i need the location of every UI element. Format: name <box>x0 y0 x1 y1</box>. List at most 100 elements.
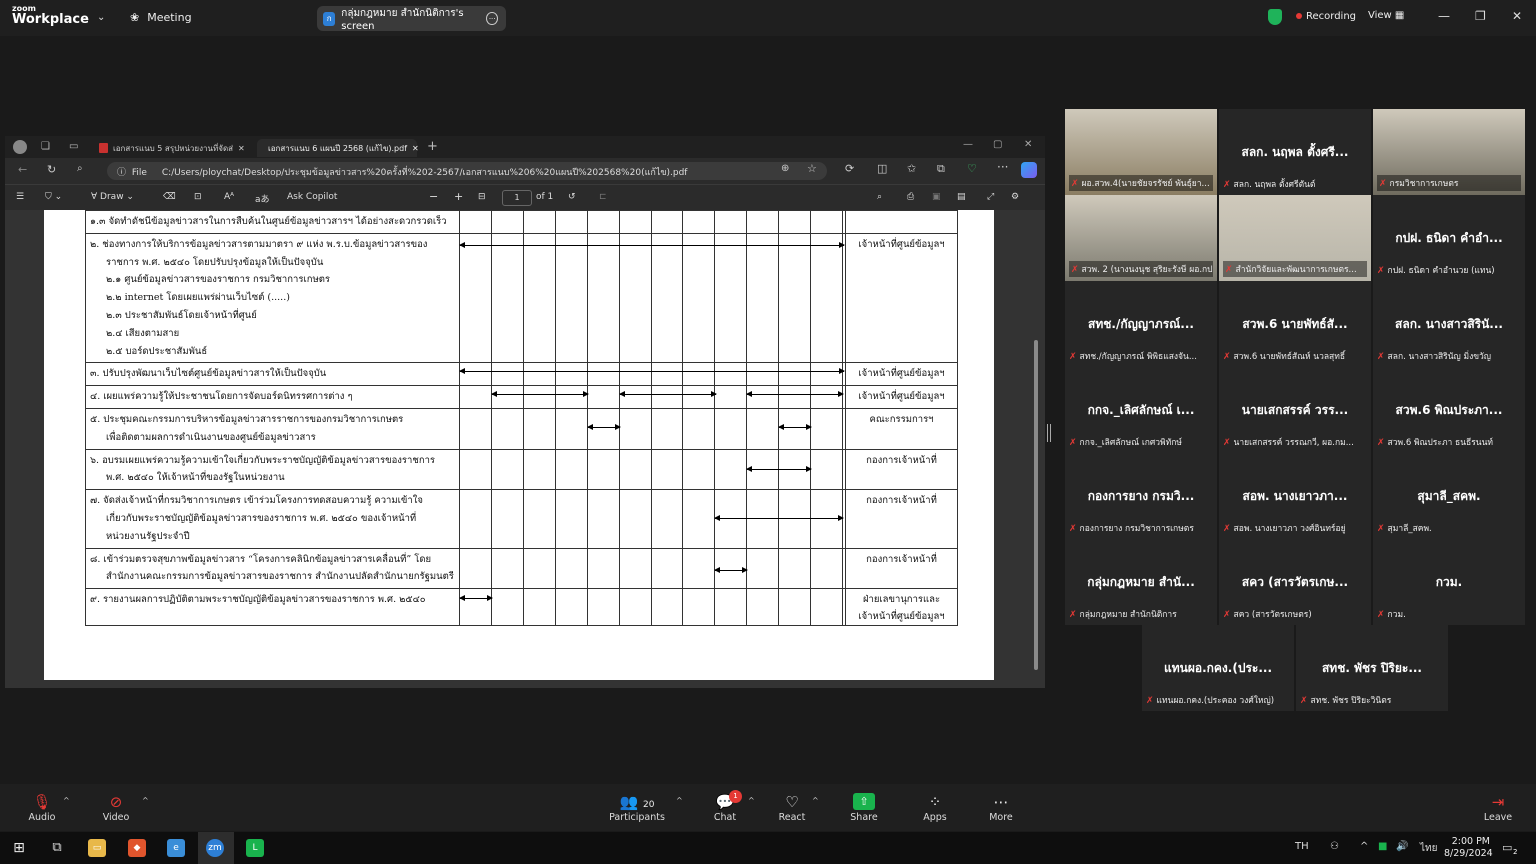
video-button[interactable]: ⊘ Video <box>96 792 136 823</box>
chevron-down-icon[interactable]: ⌄ <box>97 12 105 23</box>
page-number-input[interactable]: 1 <box>502 190 532 206</box>
print-icon[interactable]: ⎙ <box>907 192 914 202</box>
file-explorer-icon[interactable]: ▭ <box>88 839 106 857</box>
close-icon[interactable]: ✕ <box>1024 139 1032 150</box>
browser-essentials-icon[interactable]: ♡ <box>967 162 977 175</box>
more-button[interactable]: ⋯ More <box>981 792 1021 823</box>
zoom-out-icon[interactable]: − <box>429 190 438 203</box>
settings-icon[interactable]: ⚙ <box>1011 192 1019 202</box>
participant-tile[interactable]: นายเสกสรรค์ วรร... ✗ นายเสกสรรค์ วรรณกวี, … <box>1219 367 1371 453</box>
read-aloud-icon[interactable]: Aᴬ <box>224 192 234 202</box>
highlight-icon[interactable]: ⛉ ⌄ <box>45 192 62 202</box>
participant-tile[interactable]: ✗ ผอ.สวพ.4(นายชัยจรรัชย์ พันธุ์ยา... <box>1065 109 1217 195</box>
view-menu[interactable]: View ▦ <box>1368 10 1404 21</box>
collections-icon[interactable]: ⧉ <box>937 162 945 176</box>
url-field[interactable]: ⓘ File C:/Users/ploychat/Desktop/ประชุมข… <box>107 162 827 180</box>
encryption-shield-icon[interactable] <box>1268 9 1282 25</box>
participant-tile[interactable]: กลุ่มกฎหมาย สำนั... ✗ กลุ่มกฎหมาย สำนักนิต… <box>1065 539 1217 625</box>
profile-avatar-icon[interactable] <box>13 140 27 154</box>
chevron-up-icon[interactable]: ^ <box>63 796 70 805</box>
close-icon[interactable]: ✕ <box>1512 9 1522 23</box>
save-as-icon[interactable]: ▤ <box>957 192 966 202</box>
chevron-up-icon[interactable]: ^ <box>142 796 149 805</box>
translate-icon[interactable]: aあ <box>255 192 270 205</box>
extensions-icon[interactable]: ⟳ <box>845 162 854 175</box>
participant-tile[interactable]: สวพ.6 นายพัทธ์สั... ✗ สวพ.6 นายพัทธ์สัณห์ … <box>1219 281 1371 367</box>
edge-browser-icon[interactable]: e <box>167 839 185 857</box>
recording-indicator[interactable]: Recording <box>1296 11 1356 22</box>
refresh-icon[interactable]: ↻ <box>47 163 56 176</box>
favorite-star-icon[interactable]: ☆ <box>807 162 817 175</box>
zoom-in-icon[interactable]: + <box>454 190 463 203</box>
notification-icon[interactable]: ▭ <box>1502 841 1512 854</box>
chat-button[interactable]: 💬 1 Chat <box>705 790 745 823</box>
ask-copilot-button[interactable]: Ask Copilot <box>287 192 337 202</box>
apps-button[interactable]: ⁘ Apps <box>915 792 955 823</box>
participant-tile[interactable]: สลก. นฤพล ตั้งศรี... ✗ สลก. นฤพล ตั้งศรีตั… <box>1219 109 1371 195</box>
participant-tile[interactable]: สวพ.6 พิณประภา... ✗ สวพ.6 พิณประภา ธนธีรนน… <box>1373 367 1525 453</box>
close-tab-icon[interactable]: ✕ <box>412 144 419 153</box>
participant-tile[interactable]: สลก. นางสาวสิรินั... ✗ สลก. นางสาวสิรินัญ … <box>1373 281 1525 367</box>
participant-tile[interactable]: แทนผอ.กคง.(ประ... ✗ แทนผอ.กคง.(ประคอง วงศ์… <box>1142 625 1294 711</box>
scrollbar[interactable] <box>1032 210 1040 686</box>
fit-page-icon[interactable]: ⊟ <box>478 192 486 202</box>
tab-actions-icon[interactable]: ▭ <box>69 141 78 152</box>
screen-share-indicator[interactable]: ก กลุ่มกฎหมาย สำนักนิติการ's screen ··· <box>317 6 506 32</box>
clock[interactable]: 2:00 PM 8/29/2024 <box>1444 836 1493 860</box>
restore-icon[interactable]: ▢ <box>993 139 1002 150</box>
volume-icon[interactable]: 🔊 <box>1396 841 1408 852</box>
people-icon[interactable]: ⚇ <box>1330 841 1339 852</box>
chevron-up-icon[interactable]: ^ <box>812 796 819 805</box>
gallery-resize-handle[interactable] <box>1047 424 1051 442</box>
minimize-icon[interactable]: — <box>1438 9 1450 23</box>
participant-tile[interactable]: สุมาลี_สคพ. ✗ สุมาลี_สคพ. <box>1373 453 1525 539</box>
back-icon[interactable]: ← <box>18 163 27 176</box>
share-screen-button[interactable]: ⇧ Share <box>844 792 884 823</box>
chevron-up-icon[interactable]: ^ <box>676 796 683 805</box>
settings-more-icon[interactable]: ··· <box>997 160 1008 174</box>
language-indicator[interactable]: TH <box>1295 841 1309 852</box>
contents-icon[interactable]: ☰ <box>16 192 24 202</box>
input-method-label[interactable]: ไทย <box>1420 841 1437 856</box>
participant-tile[interactable]: กองการยาง กรมวิ... ✗ กองการยาง กรมวิชาการเ… <box>1065 453 1217 539</box>
line-tray-icon[interactable]: ■ <box>1378 841 1387 852</box>
minimize-icon[interactable]: — <box>963 139 973 150</box>
meeting-menu[interactable]: ❀ Meeting <box>130 11 192 24</box>
more-icon[interactable]: ··· <box>486 12 498 25</box>
fullscreen-icon[interactable]: ⤢ <box>987 192 994 202</box>
audio-button[interactable]: 🎙 Audio <box>22 792 62 823</box>
participant-tile[interactable]: สทช. พัชร ปิริยะ... ✗ สทช. พัชร ปิริยะวินิ… <box>1296 625 1448 711</box>
copilot-icon[interactable] <box>1021 162 1037 178</box>
text-box-icon[interactable]: ⊡ <box>194 192 202 202</box>
browser-tab-active[interactable]: เอกสารแนบ 6 แผนปี 2568 (แก้ไข).pdf ✕ <box>257 139 419 157</box>
react-button[interactable]: ♡ React <box>772 792 812 823</box>
participant-tile[interactable]: ✗ สำนักวิจัยและพัฒนาการเกษตร... <box>1219 195 1371 281</box>
brave-browser-icon[interactable]: ◆ <box>128 839 146 857</box>
participant-tile[interactable]: สอพ. นางเยาวภา... ✗ สอพ. นางเยาวภา วงศ์อิน… <box>1219 453 1371 539</box>
browser-tab[interactable]: เอกสารแนบ 5 สรุปหน่วยงานที่จัดส่งข้อ... … <box>93 139 255 157</box>
participant-tile[interactable]: สทช./กัญญาภรณ์... ✗ สทช./กัญญาภรณ์ พิพิธแส… <box>1065 281 1217 367</box>
participant-tile[interactable]: สคว (สารวัตรเกษ... ✗ สคว (สารวัตรเกษตร) <box>1219 539 1371 625</box>
participant-tile[interactable]: ✗ สวพ. 2 (นางนงนุช สุริยะรังษี ผอ.กป... <box>1065 195 1217 281</box>
task-view-icon[interactable]: ⧉ <box>48 839 66 857</box>
eraser-icon[interactable]: ⌫ <box>163 192 176 202</box>
search-icon[interactable]: ⌕ <box>77 163 83 174</box>
split-screen-icon[interactable]: ◫ <box>877 162 887 175</box>
draw-button[interactable]: ∀ Draw ⌄ <box>91 192 134 202</box>
restore-icon[interactable]: ❐ <box>1475 9 1486 23</box>
line-app-icon[interactable]: L <box>246 839 264 857</box>
zoom-icon[interactable]: ⊕ <box>781 163 789 174</box>
search-icon[interactable]: ⌕ <box>877 192 882 202</box>
page-view-icon[interactable]: ⊏ <box>599 192 607 202</box>
windows-start-icon[interactable]: ⊞ <box>10 839 28 857</box>
participant-tile[interactable]: กปฝ. ธนิดา คำอำ... ✗ กปฝ. ธนิดา คำอำนวย (แ… <box>1373 195 1525 281</box>
chevron-up-icon[interactable]: ^ <box>748 796 755 805</box>
close-tab-icon[interactable]: ✕ <box>238 144 245 153</box>
zoom-app-icon[interactable]: zm <box>206 839 224 857</box>
new-tab-icon[interactable]: + <box>427 139 438 154</box>
participant-tile[interactable]: กวม. ✗ กวม. <box>1373 539 1525 625</box>
participant-tile[interactable]: กกจ._เลิศลักษณ์ เ... ✗ กกจ._เลิศลักษณ์ เกศ… <box>1065 367 1217 453</box>
save-icon[interactable]: ▣ <box>932 192 941 202</box>
leave-button[interactable]: ⇥ Leave <box>1478 792 1518 823</box>
chevron-up-icon[interactable]: ^ <box>1360 841 1368 852</box>
